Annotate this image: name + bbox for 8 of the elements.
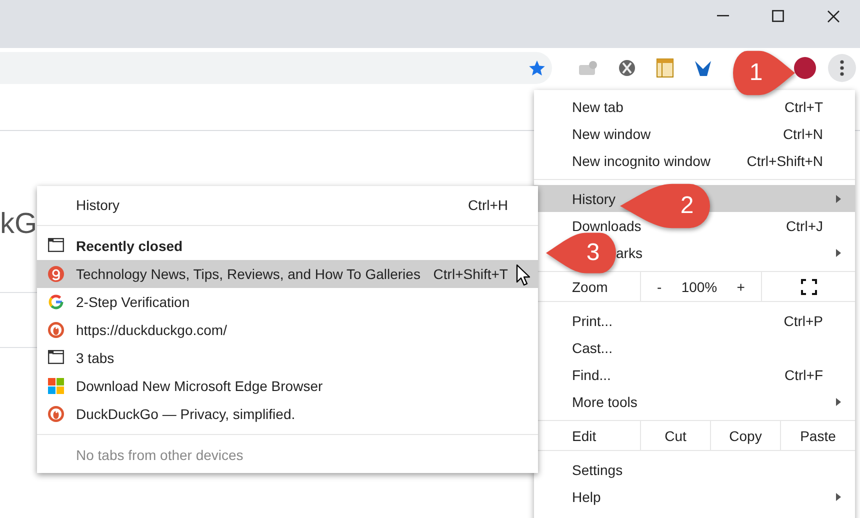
section-header: Recently closed (76, 238, 183, 254)
edit-label: Edit (571, 426, 598, 446)
page-logo-text: kG (0, 208, 38, 241)
callout-tooltip: 1 (733, 49, 795, 97)
no-tabs-note: No tabs from other devices (75, 446, 244, 465)
zoom-label: Zoom (571, 278, 609, 296)
callout-tooltip: 3 (546, 231, 616, 275)
zoom-level: 100% (681, 278, 718, 294)
